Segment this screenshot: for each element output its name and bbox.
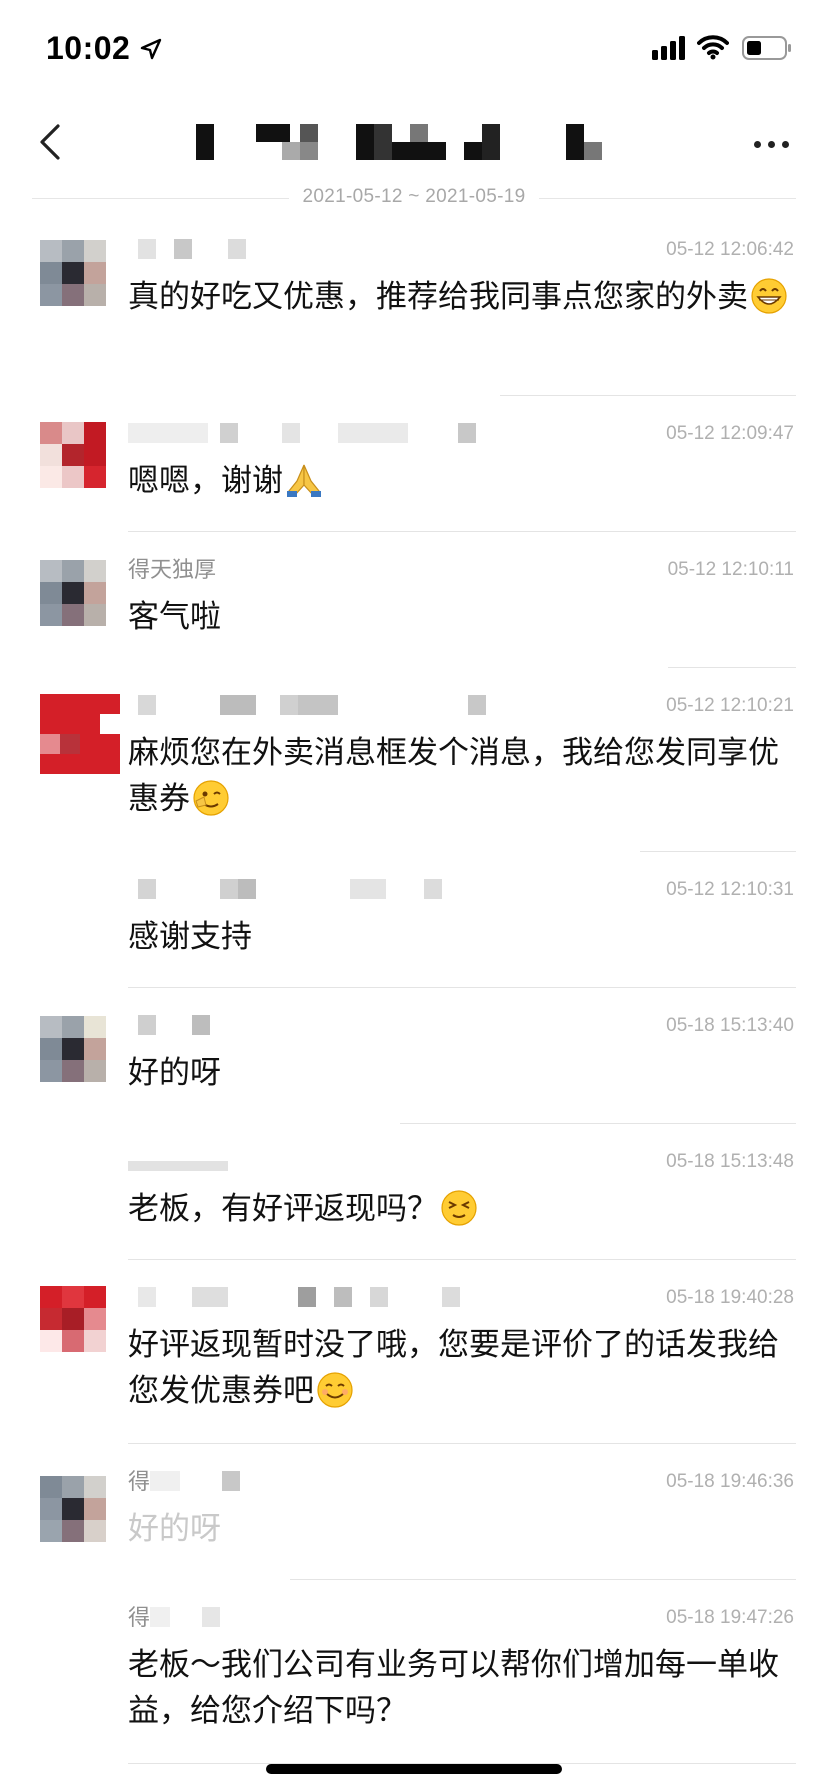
more-dot-icon (767, 140, 775, 148)
more-dot-icon (781, 140, 789, 148)
sender-name-redacted (128, 423, 548, 445)
chat-message: 05-18 15:13:40 好的呀 (0, 988, 828, 1124)
message-text[interactable]: 老板～我们公司有业务可以帮你们增加每一单收益，给您介绍下吗？ (128, 1642, 794, 1734)
message-timestamp: 05-12 12:09:47 (666, 423, 794, 444)
back-button[interactable] (30, 112, 70, 172)
message-timestamp: 05-18 15:13:40 (666, 1015, 794, 1036)
chat-message: 05-12 12:10:21 麻烦您在外卖消息框发个消息，我给您发同享优惠券 (0, 668, 828, 852)
message-text[interactable]: 嗯嗯，谢谢 (128, 458, 794, 504)
chat-message: 05-18 15:13:48 老板，有好评返现吗？ (0, 1124, 828, 1260)
message-timestamp: 05-12 12:10:21 (666, 695, 794, 716)
smile-emoji-icon (317, 1372, 353, 1408)
location-arrow-icon (140, 38, 162, 60)
sender-name-redacted (128, 695, 548, 717)
wifi-icon (697, 35, 729, 60)
cellular-signal-icon (652, 36, 685, 60)
message-timestamp: 05-12 12:10:11 (667, 559, 794, 580)
sender-name-redacted (128, 1015, 548, 1037)
chat-message: 05-12 12:09:47 嗯嗯，谢谢 (0, 396, 828, 532)
message-text[interactable]: 客气啦 (128, 594, 794, 640)
chat-message: 05-18 19:40:28 好评返现暂时没了哦，您要是评价了的话发我给您发优惠… (0, 1260, 828, 1444)
sender-name-redacted (128, 1287, 548, 1309)
chat-message: 05-12 12:10:31 感谢支持 (0, 852, 828, 988)
avatar[interactable] (40, 1016, 106, 1082)
chat-history-list: 05-12 12:06:42 真的好吃又优惠，推荐给我同事点您家的外卖 05-1… (0, 212, 828, 1764)
home-indicator[interactable] (266, 1764, 562, 1774)
message-text[interactable]: 好的呀 (128, 1050, 794, 1096)
message-text[interactable]: 真的好吃又优惠，推荐给我同事点您家的外卖 (128, 274, 794, 320)
chat-message: 得 05-18 19:46:36 好的呀 (0, 1444, 828, 1580)
chat-message: 得天独厚 05-12 12:10:11 客气啦 (0, 532, 828, 668)
more-options-button[interactable] (746, 124, 796, 164)
sender-name-redacted (128, 879, 548, 901)
message-timestamp: 05-18 15:13:48 (666, 1151, 794, 1172)
message-text[interactable]: 麻烦您在外卖消息框发个消息，我给您发同享优惠券 (128, 730, 794, 822)
sender-name-redacted (150, 1607, 570, 1629)
sender-name-redacted (150, 1471, 570, 1493)
wink-emoji-icon (193, 780, 229, 816)
status-time: 10:02 (46, 30, 131, 66)
avatar[interactable] (40, 1476, 106, 1542)
chat-message: 得 05-18 19:47:26 老板～我们公司有业务可以帮你们增加每一单收益，… (0, 1580, 828, 1764)
date-range-label: 2021-05-12 ~ 2021-05-19 (32, 186, 796, 208)
sender-name-redacted (128, 1151, 548, 1173)
sender-name: 得 (128, 1605, 151, 1630)
message-text[interactable]: 老板，有好评返现吗？ (128, 1186, 794, 1232)
squint-emoji-icon (441, 1190, 477, 1226)
sender-name-redacted (128, 239, 548, 261)
sender-name: 得天独厚 (128, 557, 217, 582)
chevron-left-icon (40, 124, 60, 160)
avatar[interactable] (40, 1286, 106, 1352)
message-timestamp: 05-18 19:40:28 (666, 1287, 794, 1308)
pray-emoji-icon (287, 464, 321, 497)
message-text[interactable]: 感谢支持 (128, 914, 794, 960)
message-text[interactable]: 好的呀 (128, 1506, 794, 1552)
message-timestamp: 05-12 12:10:31 (666, 879, 794, 900)
chat-message: 05-12 12:06:42 真的好吃又优惠，推荐给我同事点您家的外卖 (0, 212, 828, 396)
status-bar: 10:02 (0, 0, 828, 96)
battery-icon (742, 36, 791, 60)
more-dot-icon (753, 140, 761, 148)
date-range-row: 2021-05-12 ~ 2021-05-19 (32, 186, 796, 210)
sender-name: 得 (128, 1469, 151, 1494)
chat-title-redacted (196, 116, 666, 160)
avatar[interactable] (40, 560, 106, 626)
avatar[interactable] (40, 422, 106, 488)
message-timestamp: 05-18 19:46:36 (666, 1471, 794, 1492)
grin-emoji-icon (751, 278, 787, 314)
avatar[interactable] (40, 240, 106, 306)
avatar[interactable] (40, 694, 120, 774)
nav-bar (0, 96, 828, 192)
message-timestamp: 05-12 12:06:42 (666, 239, 794, 260)
message-text[interactable]: 好评返现暂时没了哦，您要是评价了的话发我给您发优惠券吧 (128, 1322, 794, 1414)
message-timestamp: 05-18 19:47:26 (666, 1607, 794, 1628)
